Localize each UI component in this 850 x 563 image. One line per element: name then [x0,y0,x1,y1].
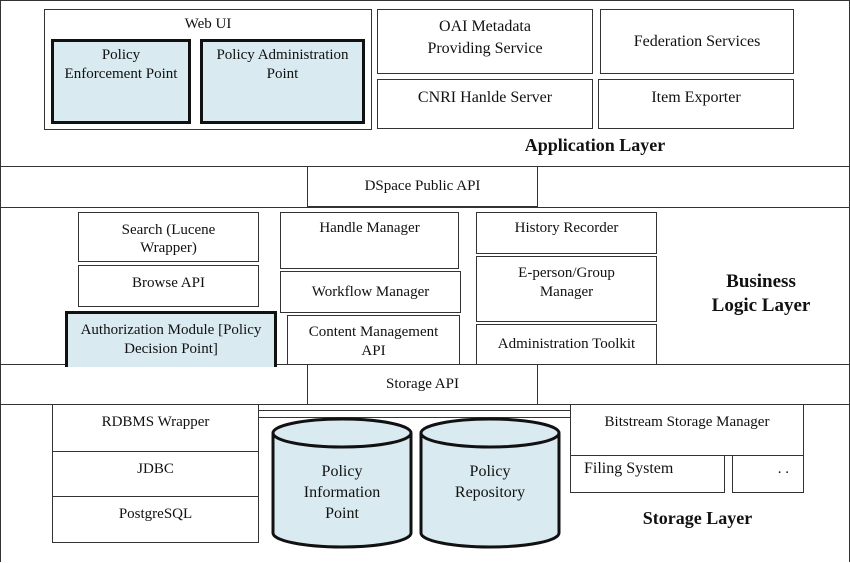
postgresql: PostgreSQL [52,496,259,543]
federation-services: Federation Services [600,9,794,74]
dspace-public-api: DSpace Public API [307,166,538,207]
oai-metadata-service: OAI Metadata Providing Service [377,9,593,74]
bitstream-label: Bitstream Storage Manager [604,414,770,430]
filing-system: Filing System [570,455,725,493]
jdbc-label: JDBC [137,461,174,477]
history-label: History Recorder [514,220,619,236]
handle-label: Handle Manager [319,220,420,236]
eperson-label: E-person/Group Manager [518,265,615,300]
search-lucene-wrapper: Search (Lucene Wrapper) [78,212,259,262]
policy-administration-point: Policy Administration Point [200,39,365,124]
administration-toolkit: Administration Toolkit [476,324,657,365]
browse-api: Browse API [78,265,259,307]
federation-label: Federation Services [633,33,761,50]
policy-repository-cylinder: Policy Repository [418,416,562,550]
handle-manager: Handle Manager [280,212,459,269]
browse-label: Browse API [132,275,205,291]
business-logic-layer-label: Business Logic Layer [690,270,832,318]
oai-label: OAI Metadata Providing Service [427,18,543,57]
auth-label: Authorization Module [Policy Decision Po… [80,322,262,357]
item-exporter-label: Item Exporter [651,89,741,106]
content-management-api: Content Management API [287,315,460,365]
cnri-handle-server: CNRI Hanlde Server [377,79,593,129]
workflow-manager: Workflow Manager [280,271,461,313]
rdbms-label: RDBMS Wrapper [101,414,210,430]
bitstream-storage-manager: Bitstream Storage Manager [570,404,804,456]
application-layer-label: Application Layer [524,135,666,155]
other-label: . . [777,461,789,477]
connector-line [258,410,570,411]
policy-enforcement-point: Policy Enforcement Point [51,39,191,124]
workflow-label: Workflow Manager [311,283,430,300]
cnri-label: CNRI Hanlde Server [417,89,553,106]
storage-api-label: Storage API [386,376,459,392]
dspace-architecture-diagram: Web UI Policy Enforcement Point Policy A… [0,0,850,563]
jdbc: JDBC [52,451,259,497]
policy-information-point-cylinder: Policy Information Point [270,416,414,550]
content-label: Content Management API [308,324,439,359]
label-line: Logic Layer [711,295,811,316]
pap-label: Policy Administration Point [216,47,349,82]
storage-api: Storage API [307,364,538,405]
public-api-label: DSpace Public API [364,178,481,194]
history-recorder: History Recorder [476,212,657,254]
layer-divider [0,207,850,208]
postgres-label: PostgreSQL [118,506,193,522]
eperson-group-manager: E-person/Group Manager [476,256,657,322]
item-exporter: Item Exporter [598,79,794,129]
rdbms-wrapper: RDBMS Wrapper [52,404,259,452]
search-label: Search (Lucene Wrapper) [121,222,216,256]
label-line: Business [726,271,796,292]
admin-label: Administration Toolkit [497,336,636,352]
web-ui-title: Web UI [184,16,232,32]
filing-label: Filing System [584,460,674,477]
authorization-module: Authorization Module [Policy Decision Po… [65,311,277,367]
storage-layer-label: Storage Layer [642,508,753,528]
other-storage: . . [732,455,804,493]
pip-label: Policy Information Point [303,463,381,522]
pep-label: Policy Enforcement Point [64,47,178,82]
repo-label: Policy Repository [454,463,526,501]
